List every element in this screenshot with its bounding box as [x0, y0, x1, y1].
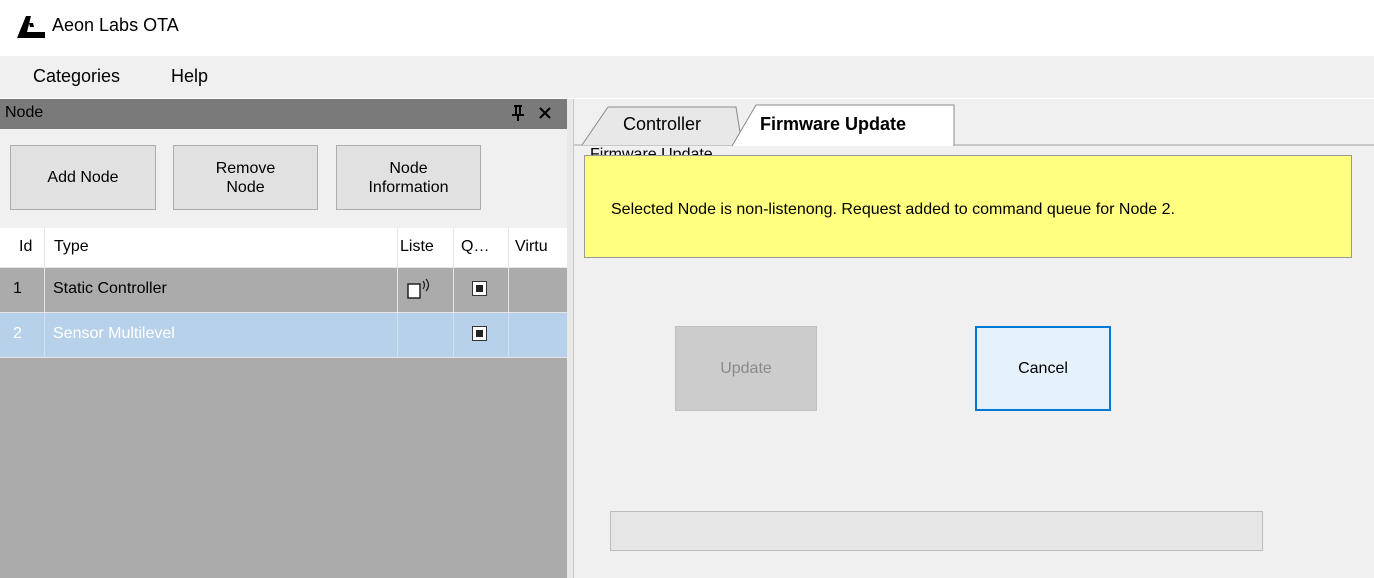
menu-categories[interactable]: Categories — [33, 66, 120, 87]
row-type: Static Controller — [53, 280, 167, 297]
update-button[interactable]: Update — [675, 326, 817, 411]
table-row[interactable]: 1 Static Controller — [0, 268, 567, 313]
tab-controller[interactable]: Controller — [623, 114, 701, 135]
node-panel-title: Node — [5, 104, 44, 121]
node-information-button[interactable]: Node Information — [336, 145, 481, 210]
queue-checkbox-icon[interactable] — [472, 281, 487, 296]
node-panel: Node Add Node Remove Node Node Informati… — [0, 99, 567, 578]
add-node-button[interactable]: Add Node — [10, 145, 156, 210]
close-icon[interactable] — [537, 104, 553, 122]
queue-checkbox-icon[interactable] — [472, 326, 487, 341]
pin-icon[interactable] — [511, 104, 525, 122]
node-toolbar: Add Node Remove Node Node Information — [0, 129, 567, 228]
title-bar: Aeon Labs OTA — [0, 0, 1374, 56]
node-table-header: Id Type Liste Q… Virtu — [0, 228, 567, 268]
main-pane: Controller Firmware Update Firmware Upda… — [573, 99, 1374, 578]
column-virtual[interactable]: Virtu — [515, 238, 565, 256]
column-id[interactable]: Id — [19, 238, 32, 256]
notification-text: Selected Node is non-listenong. Request … — [611, 201, 1175, 218]
cancel-button[interactable]: Cancel — [975, 326, 1111, 411]
remove-node-button[interactable]: Remove Node — [173, 145, 318, 210]
node-panel-header: Node — [0, 99, 567, 129]
menu-help[interactable]: Help — [171, 66, 208, 87]
listening-device-icon — [407, 278, 430, 299]
tab-firmware-update[interactable]: Firmware Update — [760, 114, 906, 135]
menu-bar: Categories Help — [0, 56, 1374, 98]
row-type: Sensor Multilevel — [53, 325, 175, 342]
column-type[interactable]: Type — [54, 238, 89, 256]
row-id: 2 — [13, 325, 22, 342]
firmware-group-label: Firmware Update — [590, 146, 713, 155]
app-title: Aeon Labs OTA — [52, 15, 179, 35]
row-id: 1 — [13, 280, 22, 297]
aeon-logo-icon — [17, 16, 45, 38]
progress-bar — [610, 511, 1263, 551]
table-empty-area — [0, 358, 567, 578]
notification-toast: Selected Node is non-listenong. Request … — [584, 155, 1352, 258]
column-queue[interactable]: Q… — [461, 238, 489, 256]
table-row[interactable]: 2 Sensor Multilevel — [0, 313, 567, 358]
column-listening[interactable]: Liste — [400, 238, 438, 256]
